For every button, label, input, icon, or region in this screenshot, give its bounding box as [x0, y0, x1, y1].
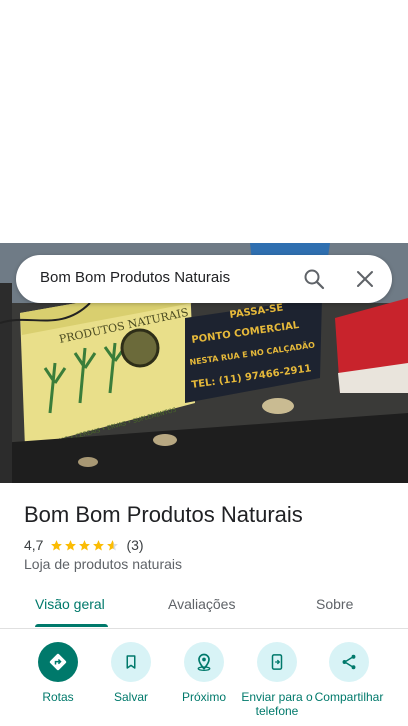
send-to-phone-label: Enviar para o telefone — [241, 690, 313, 718]
star-icon — [79, 539, 91, 550]
active-tab-indicator — [35, 624, 108, 627]
directions-label: Rotas — [42, 690, 74, 704]
nearby-label: Próximo — [181, 690, 226, 704]
nearby-icon — [184, 642, 224, 682]
directions-button[interactable]: Rotas — [22, 642, 94, 704]
review-count[interactable]: (3) — [126, 537, 143, 553]
star-half-icon — [107, 539, 119, 550]
tab-overview[interactable]: Visão geral — [35, 596, 105, 612]
save-label: Salvar — [113, 690, 148, 704]
send-to-phone-button[interactable]: Enviar para o telefone — [241, 642, 313, 718]
save-button[interactable]: Salvar — [95, 642, 167, 704]
tab-reviews[interactable]: Avaliações — [168, 596, 235, 612]
close-icon[interactable] — [353, 267, 377, 291]
search-bar[interactable]: Bom Bom Produtos Naturais — [16, 255, 392, 303]
map-area[interactable] — [0, 0, 408, 243]
search-icon[interactable] — [302, 267, 326, 291]
place-category[interactable]: Loja de produtos naturais — [24, 556, 182, 572]
star-icon — [51, 539, 63, 550]
star-icon — [65, 539, 77, 550]
rating-value: 4,7 — [24, 537, 44, 553]
place-title: Bom Bom Produtos Naturais — [24, 502, 303, 527]
rating-row[interactable]: 4,7 (3) — [24, 536, 144, 554]
tab-about[interactable]: Sobre — [316, 596, 353, 612]
star-rating — [50, 539, 120, 552]
tab-bar: Visão geral Avaliações Sobre — [0, 584, 408, 629]
nearby-button[interactable]: Próximo — [168, 642, 240, 704]
send-to-phone-icon — [257, 642, 297, 682]
directions-icon — [38, 642, 78, 682]
share-label: Compartilhar — [314, 690, 384, 704]
search-input[interactable]: Bom Bom Produtos Naturais — [40, 269, 230, 286]
share-button[interactable]: Compartilhar — [313, 642, 385, 704]
share-icon — [329, 642, 369, 682]
star-icon — [93, 539, 105, 550]
bookmark-icon — [111, 642, 151, 682]
